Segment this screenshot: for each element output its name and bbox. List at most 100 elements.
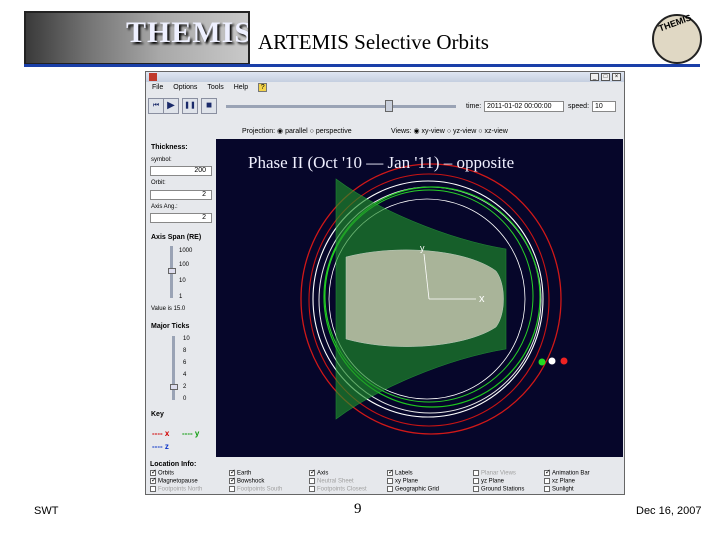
location-checkbox[interactable]: Footpoints Closest: [309, 486, 367, 493]
views-radio-yz[interactable]: ○ yz-view: [447, 128, 477, 135]
checkbox-box[interactable]: [473, 478, 479, 484]
orbit-field[interactable]: 2: [150, 190, 212, 200]
checkbox-box[interactable]: [544, 468, 551, 476]
location-checkbox[interactable]: Bowshock: [229, 476, 265, 485]
projection-perspective-label: perspective: [315, 128, 352, 135]
axis-span-tick: 10: [179, 278, 186, 284]
checkbox-box[interactable]: [150, 486, 156, 492]
time-slider-thumb[interactable]: [385, 100, 394, 112]
orbit-scene: x y: [300, 163, 568, 435]
axis-span-slider-thumb[interactable]: [168, 268, 176, 274]
phase-overlay-text: Phase II (Oct '10 — Jan '11) – opposite: [248, 153, 515, 172]
location-checkbox[interactable]: xy Plane: [387, 478, 418, 485]
checkbox-box[interactable]: [150, 476, 157, 484]
speed-field[interactable]: 10: [592, 101, 616, 112]
location-checkbox[interactable]: Ground Stations: [473, 486, 524, 493]
key-y-entry: ---- y: [182, 429, 200, 438]
orbit-display[interactable]: x y Phase II (Oct '10 — Jan '11) – oppos…: [216, 139, 623, 457]
key-z-entry: ---- z: [152, 442, 169, 451]
footer-date: Dec 16, 2007: [636, 505, 702, 517]
pause-icon[interactable]: ❚❚: [182, 98, 198, 114]
location-checkbox[interactable]: Axis: [309, 468, 328, 477]
axis-span-value: Value is 15.0: [151, 306, 186, 312]
location-checkbox[interactable]: Neutral Sheet: [309, 478, 354, 485]
views-xz-label: xz-view: [484, 128, 508, 135]
checkbox-box[interactable]: [309, 468, 316, 476]
location-checkbox[interactable]: Sunlight: [544, 486, 574, 493]
slide-title: ARTEMIS Selective Orbits: [258, 30, 489, 54]
location-checkbox[interactable]: xz Plane: [544, 478, 575, 485]
checkbox-box[interactable]: [544, 486, 550, 492]
minimize-button[interactable]: _: [590, 73, 599, 81]
checkbox-box[interactable]: [309, 478, 315, 484]
step-back-icon[interactable]: ⏮: [148, 98, 164, 114]
location-checkbox[interactable]: Planar Views: [473, 470, 516, 477]
projection-row: Projection: ◉ parallel ○ perspective: [242, 127, 352, 135]
themis-logo-right: THEMIS: [652, 12, 702, 64]
checkbox-box[interactable]: [387, 468, 394, 476]
axis-x-label: x: [479, 293, 485, 305]
checkbox-box[interactable]: [387, 486, 393, 492]
views-radio-xz[interactable]: ○ xz-view: [478, 128, 508, 135]
axis-span-title: Axis Span (RE): [151, 234, 202, 241]
footer-left: SWT: [34, 505, 59, 517]
animation-toolbar: ⏮ ▶ ❚❚ ■ time: 2011-01-02 00:00:00 speed…: [146, 94, 624, 118]
key-x-entry: ---- x: [152, 429, 170, 438]
checkbox-label: Geographic Grid: [395, 486, 440, 493]
location-checkbox[interactable]: yz Plane: [473, 478, 504, 485]
checkbox-label: Magnetopause: [158, 478, 198, 485]
themis-logo-left: THEMIS: [24, 11, 250, 65]
themis-logo-wordmark: THEMIS: [126, 16, 250, 49]
key-title: Key: [151, 411, 164, 418]
menu-file[interactable]: File: [152, 83, 163, 93]
checkbox-label: Ground Stations: [481, 486, 525, 493]
window-titlebar[interactable]: _ □ ×: [146, 72, 624, 82]
time-field[interactable]: 2011-01-02 00:00:00: [484, 101, 564, 112]
symbol-field[interactable]: 200: [150, 166, 212, 176]
maximize-button[interactable]: □: [601, 73, 610, 81]
major-ticks-slider-thumb[interactable]: [170, 384, 178, 390]
checkbox-label: Bowshock: [237, 478, 265, 485]
time-slider[interactable]: [226, 105, 456, 108]
checkbox-box[interactable]: [473, 486, 479, 492]
location-checkbox[interactable]: Animation Bar: [544, 468, 590, 477]
checkbox-label: Footpoints Closest: [317, 486, 367, 493]
checkbox-label: Earth: [237, 470, 252, 477]
checkbox-box[interactable]: [229, 486, 235, 492]
play-icon[interactable]: ▶: [163, 98, 179, 114]
stop-icon[interactable]: ■: [201, 98, 217, 114]
checkbox-box[interactable]: [387, 478, 393, 484]
location-checkbox[interactable]: Geographic Grid: [387, 486, 439, 493]
projection-radio-parallel[interactable]: ◉ parallel: [277, 128, 308, 135]
axis-y-label: y: [420, 243, 425, 253]
axis-span-tick: 1000: [179, 248, 193, 254]
probe-red-marker: [560, 357, 568, 365]
menu-bar: File Options Tools Help ?: [146, 83, 624, 93]
menu-help[interactable]: Help: [234, 83, 248, 93]
checkbox-box[interactable]: [544, 478, 550, 484]
checkbox-box[interactable]: [473, 470, 479, 476]
thickness-title: Thickness:: [151, 144, 188, 151]
views-xy-label: xy-view: [421, 128, 445, 135]
close-button[interactable]: ×: [612, 73, 621, 81]
location-checkbox[interactable]: Footpoints North: [150, 486, 202, 493]
major-ticks-slider[interactable]: [172, 336, 175, 400]
help-icon[interactable]: ?: [258, 83, 268, 92]
projection-radio-perspective[interactable]: ○ perspective: [310, 128, 352, 135]
major-ticks-tick: 10: [183, 336, 190, 342]
menu-tools[interactable]: Tools: [207, 83, 223, 93]
projection-label: Projection:: [242, 128, 276, 135]
window-buttons: _ □ ×: [590, 73, 621, 81]
checkbox-box[interactable]: [229, 476, 236, 484]
orbit-label: Orbit:: [151, 180, 166, 186]
location-checkbox[interactable]: Magnetopause: [150, 476, 198, 485]
axis-angle-field[interactable]: 2: [150, 213, 212, 223]
location-checkbox[interactable]: Footpoints South: [229, 486, 282, 493]
views-radio-xy[interactable]: ◉ xy-view: [413, 128, 444, 135]
axis-span-tick: 1: [179, 294, 183, 300]
app-window: _ □ × File Options Tools Help ? ⏮ ▶ ❚❚ ■…: [145, 71, 625, 495]
location-checkbox[interactable]: Labels: [387, 468, 413, 477]
menu-options[interactable]: Options: [173, 83, 197, 93]
checkbox-box[interactable]: [309, 486, 315, 492]
views-yz-label: yz-view: [453, 128, 477, 135]
